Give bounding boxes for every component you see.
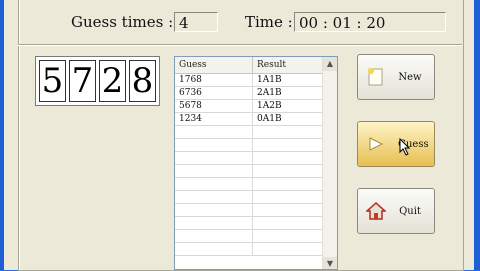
table-row[interactable]: [175, 204, 337, 217]
cell-guess: [175, 139, 253, 151]
cell-result: 1A1B: [253, 74, 323, 86]
digit-4: 8: [129, 60, 156, 102]
table-row[interactable]: [175, 230, 337, 243]
secret-number-display: 5 7 2 8: [35, 56, 160, 106]
cell-result: 2A1B: [253, 87, 323, 99]
table-row[interactable]: [175, 217, 337, 230]
digit-1: 5: [39, 60, 66, 102]
cell-guess: [175, 178, 253, 190]
mouse-cursor-icon: [399, 138, 411, 156]
cell-guess: [175, 152, 253, 164]
scroll-up-icon[interactable]: ▲: [323, 57, 337, 71]
table-row[interactable]: 1768 1A1B: [175, 74, 337, 87]
cell-guess: [175, 204, 253, 216]
column-header-result[interactable]: Result: [253, 57, 323, 73]
cell-guess: 1768: [175, 74, 253, 86]
time-label: Time :: [245, 13, 293, 31]
guess-times-label: Guess times :: [71, 13, 174, 31]
table-row[interactable]: [175, 126, 337, 139]
vertical-scrollbar[interactable]: ▲ ▼: [322, 57, 337, 269]
new-button-label: New: [398, 71, 422, 83]
cell-guess: [175, 243, 253, 255]
cell-guess: 5678: [175, 100, 253, 112]
table-row[interactable]: [175, 139, 337, 152]
scroll-down-icon[interactable]: ▼: [323, 257, 337, 269]
new-button[interactable]: New: [357, 54, 435, 100]
cell-result: [253, 139, 323, 151]
cell-result: [253, 165, 323, 177]
table-header: Guess Result: [175, 57, 337, 74]
play-icon: [369, 137, 384, 151]
cell-result: [253, 230, 323, 242]
game-window: Guess times : 4 Time : 00 : 01 : 20 5 7 …: [4, 0, 474, 271]
table-row[interactable]: 1234 0A1B: [175, 113, 337, 126]
header-divider: [18, 44, 462, 45]
table-row[interactable]: [175, 165, 337, 178]
cell-result: 1A2B: [253, 100, 323, 112]
table-row[interactable]: [175, 243, 337, 256]
column-header-guess[interactable]: Guess: [175, 57, 253, 73]
cell-guess: [175, 165, 253, 177]
quit-button-label: Quit: [399, 205, 421, 217]
digit-3: 2: [99, 60, 126, 102]
cell-result: [253, 204, 323, 216]
cell-result: [253, 217, 323, 229]
cell-guess: [175, 191, 253, 203]
table-row[interactable]: 6736 2A1B: [175, 87, 337, 100]
cell-guess: [175, 230, 253, 242]
table-row[interactable]: [175, 178, 337, 191]
table-row[interactable]: 5678 1A2B: [175, 100, 337, 113]
table-row[interactable]: [175, 191, 337, 204]
guess-history-table[interactable]: Guess Result 1768 1A1B 6736 2A1B 5678 1A2B 123…: [174, 56, 338, 270]
new-document-icon: [368, 68, 383, 86]
cell-result: 0A1B: [253, 113, 323, 125]
table-body: 1768 1A1B 6736 2A1B 5678 1A2B 1234 0A1B: [175, 74, 337, 256]
table-row[interactable]: [175, 152, 337, 165]
digit-2: 7: [69, 60, 96, 102]
cell-result: [253, 126, 323, 138]
cell-guess: [175, 217, 253, 229]
guess-button[interactable]: Guess: [357, 121, 435, 167]
cell-guess: 6736: [175, 87, 253, 99]
guess-times-field: 4: [174, 12, 218, 32]
cell-guess: 1234: [175, 113, 253, 125]
cell-guess: [175, 126, 253, 138]
cell-result: [253, 191, 323, 203]
cell-result: [253, 243, 323, 255]
timer-field: 00 : 01 : 20: [294, 12, 446, 32]
quit-button[interactable]: Quit: [357, 188, 435, 234]
cell-result: [253, 178, 323, 190]
window-border-right: [474, 0, 480, 270]
cell-result: [253, 152, 323, 164]
home-icon: [366, 201, 386, 220]
